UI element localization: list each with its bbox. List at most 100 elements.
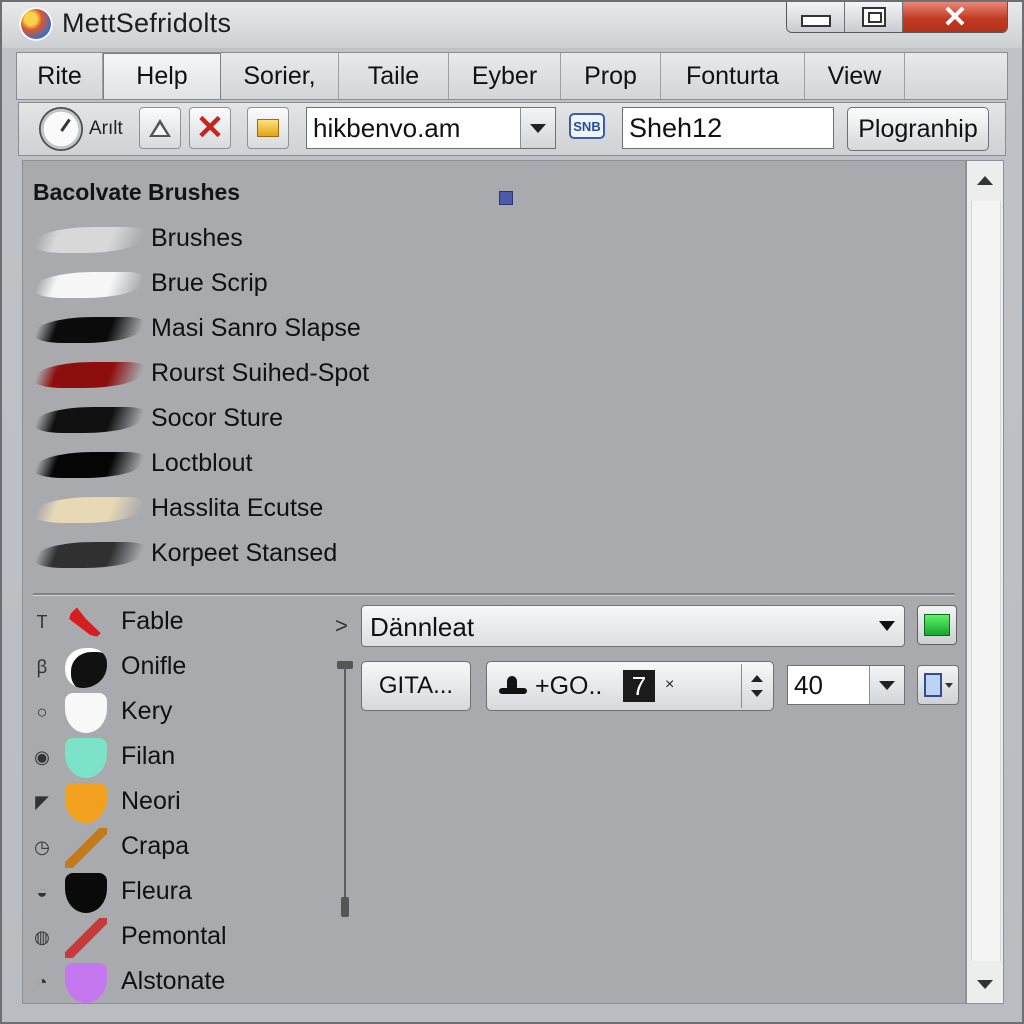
spin-down-icon[interactable] — [751, 690, 763, 697]
brush-label: Brue Scrip — [151, 269, 268, 297]
tool-label: Alstonate — [121, 967, 226, 995]
size-select[interactable]: 40 — [787, 665, 905, 705]
go-control[interactable]: +GO.. 7 × — [486, 661, 774, 711]
tool-label: Crapa — [121, 832, 190, 860]
brush-icon — [65, 828, 107, 868]
maximize-button[interactable] — [845, 2, 903, 32]
scrollbar-track[interactable] — [971, 201, 1001, 961]
window-controls: ✕ — [786, 2, 1008, 33]
brush-item[interactable]: Korpeet Stansed — [23, 534, 523, 578]
size-select-arrow[interactable] — [869, 666, 904, 704]
color-swatch-button[interactable] — [917, 605, 957, 645]
brush-stroke-icon — [32, 227, 146, 253]
brush-stroke-icon — [32, 272, 146, 298]
brush-item[interactable]: Hasslita Ecutse — [23, 489, 523, 533]
spinner-buttons[interactable] — [741, 664, 772, 708]
chevron-down-icon — [879, 621, 895, 631]
delete-button[interactable]: ✕ — [189, 107, 231, 149]
tool-label: Fleura — [121, 877, 192, 905]
close-icon: ✕ — [942, 2, 968, 33]
tool-item[interactable]: ◍ Pemontal — [23, 916, 323, 960]
menu-help[interactable]: Help — [103, 53, 221, 99]
close-button[interactable]: ✕ — [903, 2, 1007, 32]
tool-item[interactable]: ◤ Neori — [23, 781, 323, 825]
brush-item[interactable]: Loctblout — [23, 444, 523, 488]
menu-rite[interactable]: Rite — [17, 53, 103, 99]
window-title: MettSefridolts — [62, 8, 232, 38]
feather-icon — [69, 603, 107, 639]
menu-prop[interactable]: Prop — [561, 53, 661, 99]
tool-small-icon: ◉ — [34, 746, 50, 767]
tool-item[interactable]: ◷ Crapa — [23, 826, 323, 870]
gita-button[interactable]: GITA... — [361, 661, 471, 711]
name-field[interactable]: Sheh12 — [622, 107, 834, 149]
tool-small-icon: ◤ — [35, 791, 49, 812]
brushes-section-title: Bacolvate Brushes — [33, 179, 241, 205]
chevron-down-icon — [944, 682, 953, 688]
title-bar[interactable]: MettSefridolts ✕ — [2, 2, 1022, 48]
marker-icon — [499, 191, 513, 205]
blend-mode-select[interactable]: Dännleat — [361, 605, 905, 647]
file-combo-arrow[interactable] — [520, 108, 555, 148]
tool-item[interactable]: ○ Kery — [23, 691, 323, 735]
vertical-scrollbar[interactable] — [966, 160, 1004, 1004]
swap-icon[interactable]: SNB — [569, 113, 605, 139]
app-logo-icon — [19, 7, 53, 41]
gauge-icon[interactable] — [39, 107, 83, 151]
scroll-down-button[interactable] — [969, 967, 1001, 1001]
brush-item[interactable]: Socor Sture — [23, 399, 523, 443]
brush-label: Brushes — [151, 224, 243, 252]
brush-stroke-icon — [32, 407, 146, 433]
shield-icon — [65, 738, 107, 778]
tool-label: Kery — [121, 697, 173, 725]
scroll-up-button[interactable] — [969, 163, 1001, 197]
brush-item[interactable]: Masi Sanro Slapse — [23, 309, 523, 353]
brush-item[interactable]: Brushes — [23, 219, 523, 263]
blend-mode-arrow[interactable] — [870, 606, 904, 646]
apply-button[interactable]: Plogranhip — [847, 107, 989, 151]
brush-stroke-icon — [32, 317, 146, 343]
tool-small-icon: ◷ — [34, 836, 50, 857]
arrow-up-icon — [977, 175, 993, 185]
go-label: +GO.. — [535, 672, 603, 700]
tablet-button[interactable] — [917, 665, 959, 705]
tool-item[interactable]: T Fable — [23, 601, 323, 645]
minimize-button[interactable] — [787, 2, 845, 32]
open-folder-button[interactable] — [247, 107, 289, 149]
brush-panel: Bacolvate Brushes Brushes Brue Scrip Masi … — [22, 160, 966, 1004]
toolbar: Arılt ✕ hikbenvo.am SNB Sheh12 Plogranhi… — [18, 102, 1006, 156]
tool-label: Neori — [121, 787, 181, 815]
vertical-slider[interactable] — [344, 667, 346, 917]
brush-label: Korpeet Stansed — [151, 539, 338, 567]
brush-stroke-icon — [32, 362, 146, 388]
menu-view[interactable]: View — [805, 53, 905, 99]
brush-item[interactable]: Brue Scrip — [23, 264, 523, 308]
brush-stroke-icon — [32, 452, 146, 478]
tool-label: Filan — [121, 742, 176, 770]
arrow-down-icon — [977, 979, 993, 989]
menu-bar: Rite Help Sorier, Taile Eyber Prop Fontu… — [16, 52, 1008, 100]
menu-taile[interactable]: Taile — [339, 53, 449, 99]
menu-fonturta[interactable]: Fonturta — [661, 53, 805, 99]
file-combo[interactable]: hikbenvo.am — [306, 107, 556, 149]
shield-icon — [65, 963, 107, 1003]
brush-item[interactable]: Rourst Suihed-Spot — [23, 354, 523, 398]
menu-sorier[interactable]: Sorier, — [221, 53, 339, 99]
tool-item[interactable]: ꞵ Onifle — [23, 646, 323, 690]
minimize-icon — [800, 15, 831, 27]
tool-item[interactable]: ◒ Fleura — [23, 871, 323, 915]
expand-arrow-icon[interactable]: > — [335, 613, 348, 639]
blob-icon — [65, 648, 107, 688]
menu-eyber[interactable]: Eyber — [449, 53, 561, 99]
file-combo-value: hikbenvo.am — [313, 113, 461, 143]
panel-divider — [33, 593, 955, 596]
triangle-tool-button[interactable] — [139, 107, 181, 149]
brush-label: Hasslita Ecutse — [151, 494, 324, 522]
spin-up-icon[interactable] — [751, 675, 763, 682]
brush-label: Rourst Suihed-Spot — [151, 359, 370, 387]
tool-item[interactable]: ◔ Alstonate — [23, 961, 323, 1005]
size-value: 40 — [794, 670, 823, 700]
tablet-icon — [923, 673, 942, 697]
slider-bottom-handle[interactable] — [341, 897, 349, 917]
tool-item[interactable]: ◉ Filan — [23, 736, 323, 780]
